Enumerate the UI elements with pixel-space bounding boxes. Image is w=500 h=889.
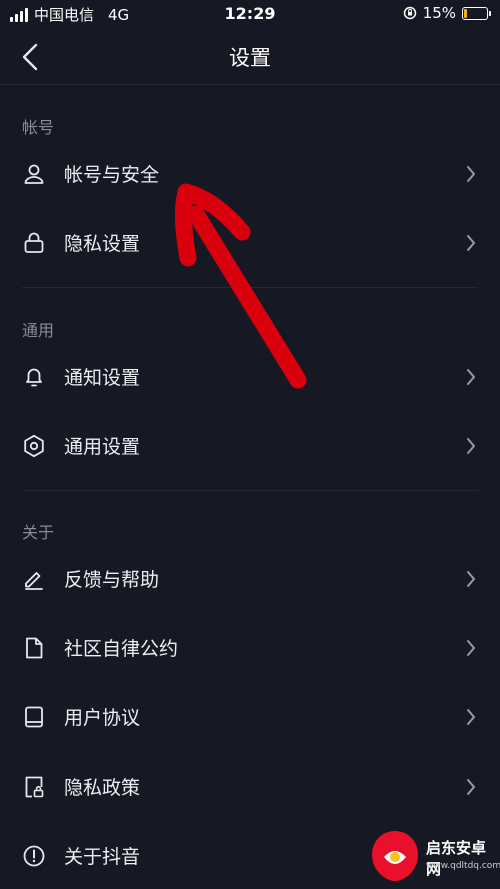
locked-document-icon — [25, 776, 44, 798]
settings-row-privacy-policy[interactable]: 隐私政策 — [0, 757, 500, 817]
row-label: 关于抖音 — [64, 846, 141, 868]
settings-row-general[interactable]: 通用设置 — [0, 416, 500, 476]
chevron-right-icon — [467, 640, 475, 656]
row-label: 通知设置 — [64, 367, 141, 389]
status-right: 15% — [403, 4, 491, 22]
chevron-right-icon — [467, 709, 475, 725]
orientation-lock-icon — [403, 6, 416, 20]
section-title-general: 通用 — [22, 321, 55, 340]
section-divider — [22, 490, 478, 491]
user-icon — [24, 164, 44, 184]
settings-row-community-rules[interactable]: 社区自律公约 — [0, 618, 500, 678]
book-icon — [25, 706, 43, 728]
settings-row-account-security[interactable]: 帐号与安全 — [0, 144, 500, 204]
row-label: 用户协议 — [64, 707, 141, 729]
status-bar: 中国电信 4G 12:29 15% — [0, 0, 500, 28]
row-label: 帐号与安全 — [64, 164, 160, 186]
gear-icon — [24, 434, 44, 458]
row-label: 通用设置 — [64, 436, 141, 458]
row-label: 反馈与帮助 — [64, 569, 160, 591]
nav-bar: 设置 — [0, 28, 500, 85]
pencil-icon — [25, 572, 43, 590]
watermark-name: 启东安卓网 — [426, 839, 487, 878]
row-label: 隐私设置 — [64, 233, 141, 255]
settings-row-user-agreement[interactable]: 用户协议 — [0, 687, 500, 747]
row-label: 隐私政策 — [64, 777, 141, 799]
info-icon — [23, 845, 45, 867]
bell-icon — [26, 368, 42, 387]
lock-icon — [24, 232, 44, 253]
battery-fill — [464, 8, 467, 18]
settings-row-feedback[interactable]: 反馈与帮助 — [0, 549, 500, 609]
chevron-right-icon — [467, 235, 475, 251]
battery-icon — [462, 6, 491, 20]
document-icon — [26, 637, 43, 659]
row-label: 社区自律公约 — [64, 638, 179, 660]
watermark-logo-icon — [372, 831, 418, 881]
chevron-right-icon — [467, 571, 475, 587]
watermark: 启东安卓网 www.qdltdq.com — [366, 813, 500, 885]
page-title: 设置 — [229, 46, 271, 70]
settings-row-privacy[interactable]: 隐私设置 — [0, 213, 500, 273]
chevron-right-icon — [467, 166, 475, 182]
section-title-account: 帐号 — [22, 118, 55, 137]
watermark-url: www.qdltdq.com — [426, 861, 500, 871]
section-divider — [22, 287, 478, 288]
section-title-about: 关于 — [22, 523, 55, 542]
settings-row-notifications[interactable]: 通知设置 — [0, 347, 500, 407]
chevron-right-icon — [467, 779, 475, 795]
battery-percent: 15% — [422, 4, 456, 22]
chevron-right-icon — [467, 438, 475, 454]
chevron-right-icon — [467, 369, 475, 385]
